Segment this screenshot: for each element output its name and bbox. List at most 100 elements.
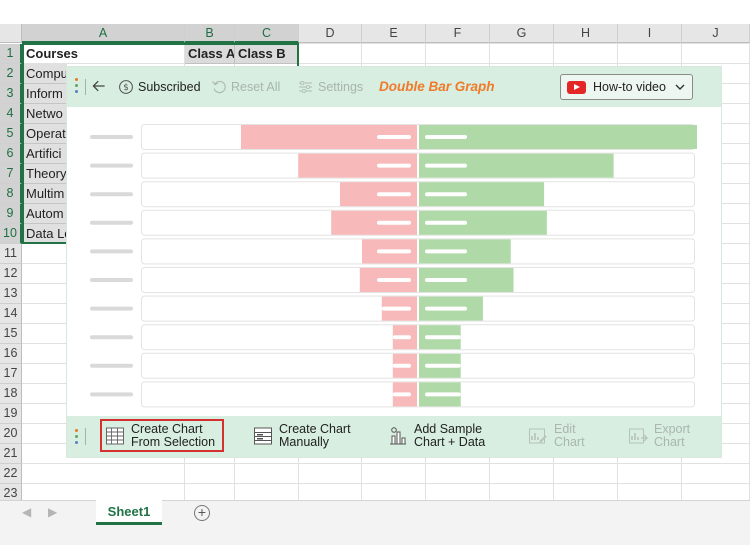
row-header-3[interactable]: 3 [0,84,22,104]
edit-chart-button[interactable]: Edit Chart [528,419,585,452]
cell-a1[interactable]: Courses [23,44,183,64]
row-header-19[interactable]: 19 [0,404,22,424]
back-button[interactable] [91,78,107,94]
cell-a3[interactable]: Inform [23,84,67,104]
column-header-e[interactable]: E [362,24,426,43]
cell-a7[interactable]: Theory [23,164,67,184]
cell-a9[interactable]: Autom [23,204,67,224]
column-header-d[interactable]: D [299,24,362,43]
row-header-13[interactable]: 13 [0,284,22,304]
cell-a8[interactable]: Multim [23,184,67,204]
row-header-18[interactable]: 18 [0,384,22,404]
add-sample-line2: Chart + Data [414,434,486,449]
export-chart-line2: Chart [654,434,685,449]
row-header-9[interactable]: 9 [0,204,22,224]
data-label-class-b [425,306,467,311]
list-form-icon [254,427,272,444]
row-header-12[interactable]: 12 [0,264,22,284]
caret-right-icon[interactable]: ▶ [48,505,57,519]
cell-a10[interactable]: Data Lo [23,224,67,244]
row-header-21[interactable]: 21 [0,444,22,464]
data-label-class-a [377,135,411,139]
gridline [22,483,750,484]
row-header-4[interactable]: 4 [0,104,22,124]
caret-left-icon[interactable]: ◀ [22,505,31,519]
add-sample-line1: Add Sample [414,421,483,436]
cell-a4[interactable]: Netwo [23,104,67,124]
bar-track [141,267,695,293]
bar-track [141,238,695,265]
create-manually-line1: Create Chart [279,421,351,436]
bar-track [141,209,695,236]
create-chart-manually-button[interactable]: Create Chart Manually [253,419,351,452]
bar-track [141,324,695,351]
data-label-class-a [381,306,411,311]
row-header-8[interactable]: 8 [0,184,22,204]
data-label-class-b [425,392,461,397]
row-header-5[interactable]: 5 [0,124,22,144]
y-axis-label-placeholder [90,306,133,311]
youtube-icon [567,80,586,94]
addin-action-bar: Create Chart From Selection Create Chart M… [67,416,721,457]
data-label-class-b [425,278,467,282]
data-label-class-a [377,220,411,225]
how-to-video-dropdown[interactable]: How-to video [560,74,693,100]
row-header-20[interactable]: 20 [0,424,22,444]
add-sample-chart-button[interactable]: Add Sample Chart + Data [388,419,485,452]
cell-a5[interactable]: Operat [23,124,67,144]
cell-b1[interactable]: Class A [185,44,234,64]
row-header-2[interactable]: 2 [0,64,22,84]
row-header-1[interactable]: 1 [0,44,22,64]
cell-a2[interactable]: Compu [23,64,67,84]
more-actions-icon[interactable] [75,429,79,447]
y-axis-label-placeholder [90,278,133,282]
data-label-class-a [392,335,411,340]
edit-chart-line1: Edit [554,421,576,436]
export-chart-line1: Export [654,421,691,436]
how-to-video-label: How-to video [593,80,666,94]
row-header-17[interactable]: 17 [0,364,22,384]
sliders-icon [299,81,312,93]
column-header-g[interactable]: G [490,24,554,43]
export-chart-button[interactable]: Export Chart [628,419,690,452]
addin-toolbar: $ Subscribed Reset All Settings Double B… [67,67,721,107]
column-header-i[interactable]: I [618,24,682,43]
row-header-6[interactable]: 6 [0,144,22,164]
column-header-h[interactable]: H [554,24,618,43]
chart-addin-panel: $ Subscribed Reset All Settings Double B… [67,67,721,457]
plus-circle-icon[interactable]: + [194,505,210,521]
row-header-16[interactable]: 16 [0,344,22,364]
data-label-class-b [425,135,467,139]
create-chart-from-selection-button[interactable]: Create Chart From Selection [100,419,224,452]
row-header-10[interactable]: 10 [0,224,22,244]
column-header-f[interactable]: F [426,24,490,43]
double-bar-graph-preview [90,124,697,408]
chevron-down-icon [675,84,685,90]
row-header-14[interactable]: 14 [0,304,22,324]
column-header-a[interactable]: A [22,24,185,43]
data-label-class-b [425,220,467,225]
select-all-corner[interactable] [0,24,22,43]
reset-all-button[interactable]: Reset All [211,78,280,96]
more-options-icon[interactable] [75,78,79,96]
y-axis-label-placeholder [90,192,133,197]
y-axis-label-placeholder [90,392,133,397]
column-header-c[interactable]: C [235,24,299,43]
row-header-7[interactable]: 7 [0,164,22,184]
sheet-tab-sheet1[interactable]: Sheet1 [96,500,162,525]
cell-c1[interactable]: Class B [235,44,298,64]
y-axis-label-placeholder [90,363,133,368]
row-header-11[interactable]: 11 [0,244,22,264]
column-header-b[interactable]: B [185,24,235,43]
panel-title: Double Bar Graph [379,79,495,94]
row-header-22[interactable]: 22 [0,464,22,484]
data-label-class-a [377,278,411,282]
row-header-15[interactable]: 15 [0,324,22,344]
reset-icon [212,80,226,94]
cell-a6[interactable]: Artifici [23,144,67,164]
subscribed-button[interactable]: $ Subscribed [118,78,201,96]
y-axis-label-placeholder [90,249,133,254]
column-header-j[interactable]: J [682,24,750,43]
settings-button[interactable]: Settings [297,78,363,96]
data-label-class-b [425,335,461,340]
